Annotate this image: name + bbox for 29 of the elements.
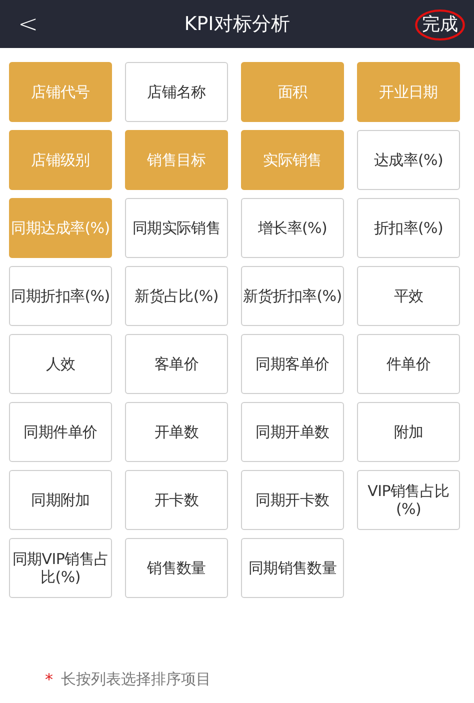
kpi-option[interactable]: 客单价 bbox=[125, 334, 228, 394]
kpi-option[interactable]: 达成率(%) bbox=[357, 130, 460, 190]
kpi-option[interactable]: VIP销售占比(%) bbox=[357, 470, 460, 530]
kpi-option[interactable]: 同期开单数 bbox=[241, 402, 344, 462]
required-mark: * bbox=[45, 670, 53, 689]
kpi-option[interactable]: 同期件单价 bbox=[9, 402, 112, 462]
kpi-option[interactable]: 件单价 bbox=[357, 334, 460, 394]
kpi-option[interactable]: 同期VIP销售占比(%) bbox=[9, 538, 112, 598]
kpi-option[interactable]: 新货折扣率(%) bbox=[241, 266, 344, 326]
kpi-option[interactable]: 同期销售数量 bbox=[241, 538, 344, 598]
kpi-option[interactable]: 同期开卡数 bbox=[241, 470, 344, 530]
kpi-option[interactable]: 新货占比(%) bbox=[125, 266, 228, 326]
kpi-option[interactable]: 店铺名称 bbox=[125, 62, 228, 122]
kpi-option[interactable]: 增长率(%) bbox=[241, 198, 344, 258]
page-title: KPI对标分析 bbox=[184, 12, 290, 37]
hint-text: 长按列表选择排序项目 bbox=[61, 670, 211, 689]
kpi-option[interactable]: 同期实际销售 bbox=[125, 198, 228, 258]
kpi-option[interactable]: 开卡数 bbox=[125, 470, 228, 530]
kpi-option[interactable]: 折扣率(%) bbox=[357, 198, 460, 258]
kpi-option[interactable]: 同期客单价 bbox=[241, 334, 344, 394]
back-button[interactable]: < bbox=[10, 10, 46, 38]
kpi-option[interactable]: 同期附加 bbox=[9, 470, 112, 530]
kpi-option[interactable]: 附加 bbox=[357, 402, 460, 462]
kpi-option[interactable]: 同期折扣率(%) bbox=[9, 266, 112, 326]
kpi-option[interactable]: 平效 bbox=[357, 266, 460, 326]
kpi-option[interactable]: 销售数量 bbox=[125, 538, 228, 598]
highlight-ring-icon bbox=[412, 8, 468, 42]
kpi-option[interactable]: 开单数 bbox=[125, 402, 228, 462]
kpi-option[interactable]: 人效 bbox=[9, 334, 112, 394]
